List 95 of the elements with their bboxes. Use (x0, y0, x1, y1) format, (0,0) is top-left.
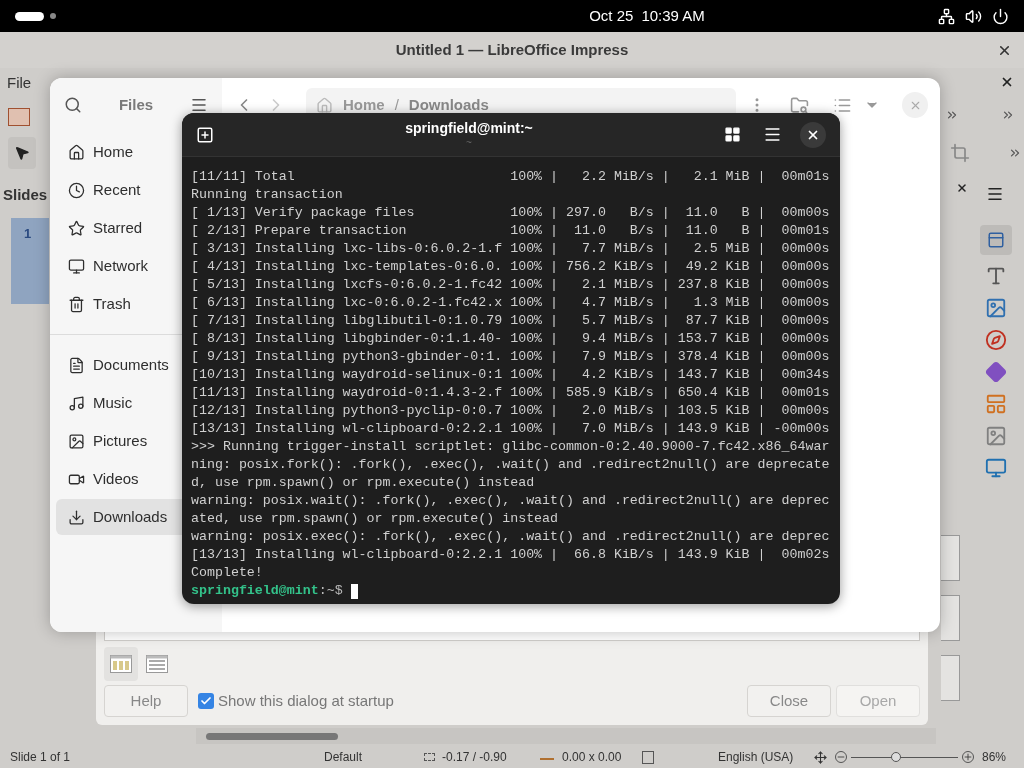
thumbnail-view-icon (110, 655, 132, 673)
zoom-in-icon[interactable] (962, 751, 974, 763)
shapes-icon[interactable] (985, 361, 1007, 383)
terminal-line: [ 2/13] Prepare transaction 100% | 11.0 B/s | 11.0 B | 00m01s (191, 222, 831, 240)
terminal-line: [ 1/13] Verify package files 100% | 297.0 B/s | 11.0 B | 00m00s (191, 204, 831, 222)
expand-icon[interactable] (1001, 108, 1015, 122)
navigator-icon[interactable] (985, 329, 1007, 351)
checkbox[interactable] (198, 693, 214, 709)
layout-icon[interactable] (8, 108, 30, 126)
terminal-line: >>> Running trigger-install scriptlet: glibc-common-0:2.40.9000-7.fc42.x86_64war (191, 438, 831, 456)
zoom-thumb[interactable] (890, 751, 901, 762)
search-icon[interactable] (64, 96, 82, 114)
layout-thumbnail[interactable] (941, 535, 960, 581)
tab-overview-icon[interactable] (724, 126, 741, 143)
activities-indicator[interactable] (15, 11, 44, 21)
menu-icon[interactable] (763, 125, 782, 144)
master-slides-icon[interactable] (985, 393, 1007, 415)
layout-thumbnail[interactable] (941, 595, 960, 641)
date: Oct 25 (589, 5, 634, 26)
terminal-line: [11/11] Total 100% | 2.2 MiB/s | 2.1 MiB | 00m01s (191, 168, 831, 186)
network-icon[interactable] (938, 7, 955, 25)
recent-icon (68, 181, 85, 199)
volume-icon[interactable] (965, 7, 982, 25)
folder-search-icon[interactable] (790, 95, 809, 115)
close-document-icon[interactable] (1000, 75, 1014, 89)
terminal-line: [ 6/13] Installing lxc-0:6.0.2-1.fc42.x 100% | 4.7 MiB/s | 1.3 MiB | 00m00s (191, 294, 831, 312)
fit-slide-icon[interactable] (814, 750, 827, 764)
app-title: Files (118, 94, 154, 115)
properties-tab[interactable] (980, 225, 1012, 255)
gallery-icon[interactable] (985, 297, 1007, 319)
terminal-line: [ 4/13] Installing lxc-templates-0:6.0. 100% | 756.2 KiB/s | 49.2 KiB | 00m00s (191, 258, 831, 276)
thumbnail-view-button[interactable] (104, 647, 138, 681)
home-icon (316, 96, 333, 114)
terminal-line: d, use rpm.spawn() or rpm.execute() instead (191, 474, 536, 492)
starred-icon (68, 219, 85, 237)
select-tool-button[interactable] (8, 137, 36, 169)
position-icon (424, 753, 435, 761)
new-tab-icon[interactable] (196, 125, 214, 144)
window-title: Untitled 1 — LibreOffice Impress (395, 39, 629, 60)
prompt-path: :~$ (318, 582, 343, 600)
terminal-line: [13/13] Installing wl-clipboard-0:2.2.1 100% | 66.8 KiB/s | 143.9 KiB | 00m02s (191, 546, 831, 564)
downloads-icon (68, 508, 85, 526)
cursor (350, 583, 358, 599)
terminal-line: [12/13] Installing python3-pyclip-0:0.7 100% | 2.0 MiB/s | 103.5 KiB | 00m00s (191, 402, 831, 420)
terminal-line: ning: posix.fork(): .fork(), .exec(), .wait() and .redirect2null() are deprecate (191, 456, 831, 474)
horizontal-scrollbar[interactable] (196, 728, 936, 744)
terminal-line: [ 5/13] Installing lxcfs-0:6.0.2-1.fc42 100% | 2.1 MiB/s | 237.8 KiB | 00m00s (191, 276, 831, 294)
expand-icon[interactable] (945, 108, 959, 122)
object-size: 0.00 x 0.00 (562, 749, 623, 766)
scrollbar-thumb[interactable] (206, 732, 338, 740)
prompt-user: springfield@mint (191, 582, 319, 600)
list-view-icon (146, 655, 168, 673)
terminal-line: [ 7/13] Installing libglibutil-0:1.0.79 100% | 5.7 MiB/s | 87.7 KiB | 00m00s (191, 312, 831, 330)
documents-icon (68, 356, 85, 374)
sidebar-menu-icon[interactable] (986, 185, 1004, 203)
crop-icon[interactable] (950, 143, 970, 163)
close-button[interactable] (800, 121, 826, 148)
terminal-line: [ 8/13] Installing libgbinder-0:1.1.40- 100% | 9.4 MiB/s | 153.7 KiB | 00m00s (191, 330, 831, 348)
properties-icon (987, 231, 1005, 249)
clock[interactable]: Oct 25 10:39 AM (289, 4, 705, 28)
pictures-icon (68, 432, 85, 450)
music-icon (68, 394, 85, 412)
expand-icon[interactable] (1008, 146, 1022, 160)
styles-icon[interactable] (985, 265, 1007, 287)
terminal-line: Complete! (191, 564, 264, 582)
close-pane-icon[interactable] (956, 182, 968, 194)
terminal-title: springfield@mint:~ (405, 119, 533, 137)
terminal-line: [11/13] Installing waydroid-0:1.4.3-2.f 100% | 585.9 KiB/s | 650.4 KiB | 00m01s (191, 384, 831, 402)
slides-label: Slides (3, 185, 48, 205)
slide-count: Slide 1 of 1 (10, 749, 72, 766)
terminal-line: [ 9/13] Installing python3-gbinder-0:1. 100% | 7.9 MiB/s | 378.4 KiB | 00m00s (191, 348, 831, 366)
layout-name: Default (324, 749, 364, 766)
home-icon (68, 143, 85, 161)
trash-icon (68, 295, 85, 313)
language: English (USA) (718, 749, 795, 766)
pointer-icon (14, 145, 30, 161)
power-icon[interactable] (992, 7, 1009, 25)
menu-icon[interactable] (190, 96, 208, 114)
slide-number: 1 (23, 226, 32, 241)
path-separator: / (394, 94, 399, 115)
layout-thumbnail[interactable] (941, 655, 960, 701)
checkbox-label: Show this dialog at startup (218, 690, 394, 711)
cursor-position: -0.17 / -0.90 (442, 749, 508, 766)
terminal-line: [13/13] Installing wl-clipboard-0:2.2.1 100% | 7.0 MiB/s | 143.9 KiB | -00m00s (191, 420, 831, 438)
network-icon (68, 257, 85, 275)
terminal-line: [10/13] Installing waydroid-selinux-0:1 100% | 4.2 KiB/s | 143.7 KiB | 00m34s (191, 366, 831, 384)
menu-item[interactable]: File (7, 72, 32, 95)
zoom-level: 86% (982, 749, 1007, 766)
terminal-line: Running transaction (191, 186, 344, 204)
check-icon (200, 695, 212, 707)
time: 10:39 AM (641, 5, 705, 26)
terminal-subtitle: ~ (466, 137, 472, 150)
terminal-line: [ 3/13] Installing lxc-libs-0:6.0.2-1.f 100% | 7.7 MiB/s | 2.5 MiB | 00m00s (191, 240, 831, 258)
slide-thumbnail[interactable]: 1 (11, 218, 49, 304)
document-modified-icon (642, 750, 654, 764)
